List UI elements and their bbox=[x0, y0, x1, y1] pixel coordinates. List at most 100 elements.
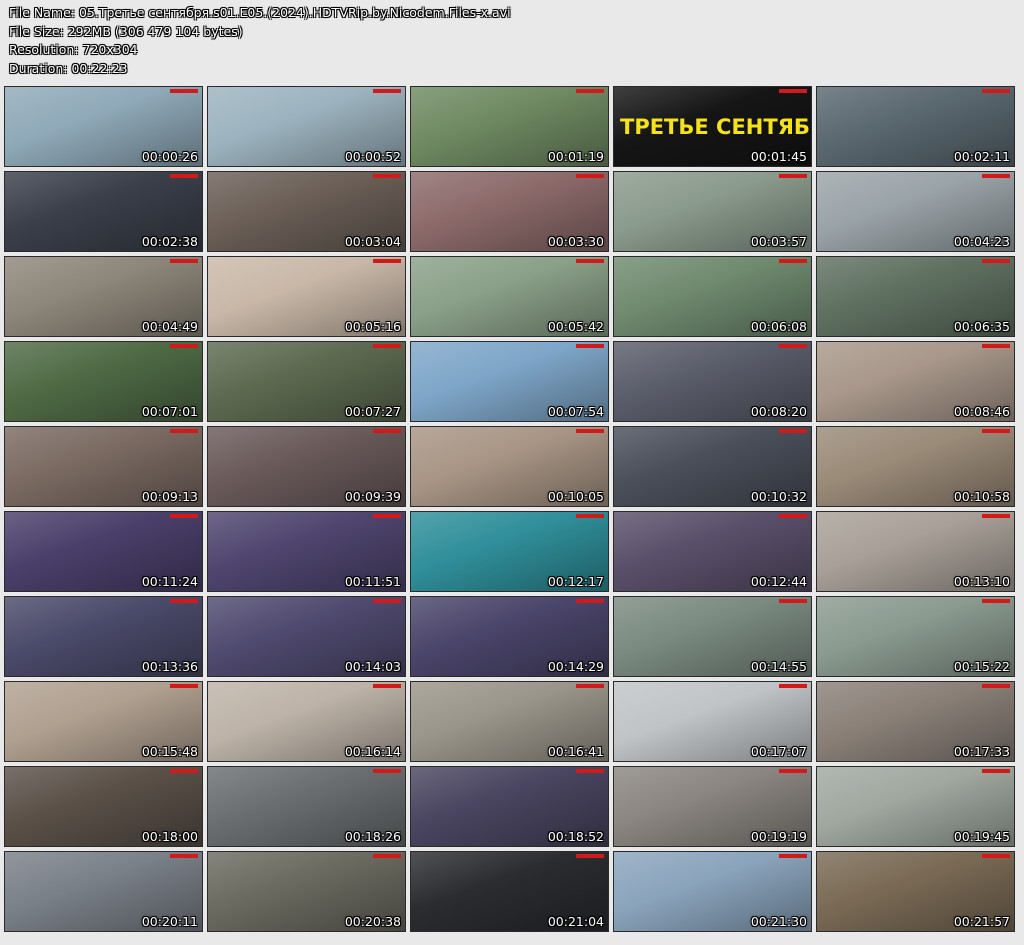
video-thumbnail: 00:10:05 bbox=[410, 426, 609, 507]
duration-line: Duration: 00:22:23 bbox=[9, 60, 128, 76]
video-thumbnail: 00:12:17 bbox=[410, 511, 609, 592]
video-thumbnail: 00:03:30 bbox=[410, 171, 609, 252]
channel-logo-badge bbox=[170, 429, 198, 433]
thumbnail-timestamp: 00:01:19 bbox=[547, 149, 604, 164]
thumbnail-timestamp: 00:17:33 bbox=[953, 744, 1010, 759]
channel-logo-badge bbox=[779, 599, 807, 603]
thumbnail-timestamp: 00:04:49 bbox=[141, 319, 198, 334]
thumbnail-timestamp: 00:18:00 bbox=[141, 829, 198, 844]
channel-logo-badge bbox=[576, 769, 604, 773]
video-thumbnail: 00:00:52 bbox=[207, 86, 406, 167]
video-thumbnail: 00:16:41 bbox=[410, 681, 609, 762]
video-thumbnail: 00:14:29 bbox=[410, 596, 609, 677]
channel-logo-badge bbox=[576, 599, 604, 603]
resolution-line: Resolution: 720x304 bbox=[9, 42, 138, 58]
channel-logo-badge bbox=[373, 599, 401, 603]
thumbnail-timestamp: 00:12:44 bbox=[750, 574, 807, 589]
video-thumbnail: 00:09:13 bbox=[4, 426, 203, 507]
thumbnail-timestamp: 00:15:48 bbox=[141, 744, 198, 759]
channel-logo-badge bbox=[170, 854, 198, 858]
thumbnail-timestamp: 00:07:01 bbox=[141, 404, 198, 419]
channel-logo-badge bbox=[779, 259, 807, 263]
video-thumbnail: ТРЕТЬЕ СЕНТЯБРЯ 00:01:45 bbox=[613, 86, 812, 167]
thumbnail-timestamp: 00:21:04 bbox=[547, 914, 604, 929]
thumbnail-timestamp: 00:11:51 bbox=[344, 574, 401, 589]
thumbnail-timestamp: 00:21:57 bbox=[953, 914, 1010, 929]
channel-logo-badge bbox=[779, 514, 807, 518]
video-thumbnail: 00:21:57 bbox=[816, 851, 1015, 932]
channel-logo-badge bbox=[170, 684, 198, 688]
video-thumbnail: 00:20:38 bbox=[207, 851, 406, 932]
video-thumbnail: 00:03:04 bbox=[207, 171, 406, 252]
channel-logo-badge bbox=[576, 89, 604, 93]
channel-logo-badge bbox=[373, 854, 401, 858]
thumbnail-timestamp: 00:17:07 bbox=[750, 744, 807, 759]
thumbnail-timestamp: 00:12:17 bbox=[547, 574, 604, 589]
video-thumbnail: 00:10:32 bbox=[613, 426, 812, 507]
video-thumbnail: 00:07:01 bbox=[4, 341, 203, 422]
channel-logo-badge bbox=[576, 854, 604, 858]
channel-logo-badge bbox=[779, 174, 807, 178]
channel-logo-badge bbox=[170, 344, 198, 348]
video-thumbnail: 00:13:10 bbox=[816, 511, 1015, 592]
video-thumbnail: 00:01:19 bbox=[410, 86, 609, 167]
thumbnail-timestamp: 00:16:41 bbox=[547, 744, 604, 759]
video-thumbnail: 00:20:11 bbox=[4, 851, 203, 932]
thumbnail-timestamp: 00:19:45 bbox=[953, 829, 1010, 844]
channel-logo-badge bbox=[576, 429, 604, 433]
thumbnail-timestamp: 00:03:30 bbox=[547, 234, 604, 249]
video-thumbnail: 00:07:54 bbox=[410, 341, 609, 422]
video-thumbnail: 00:06:35 bbox=[816, 256, 1015, 337]
channel-logo-badge bbox=[170, 514, 198, 518]
thumbnail-timestamp: 00:19:19 bbox=[750, 829, 807, 844]
thumbnail-timestamp: 00:08:20 bbox=[750, 404, 807, 419]
channel-logo-badge bbox=[576, 344, 604, 348]
channel-logo-badge bbox=[373, 684, 401, 688]
thumbnail-timestamp: 00:02:11 bbox=[953, 149, 1010, 164]
channel-logo-badge bbox=[779, 684, 807, 688]
channel-logo-badge bbox=[576, 684, 604, 688]
video-thumbnail: 00:14:55 bbox=[613, 596, 812, 677]
thumbnail-timestamp: 00:18:52 bbox=[547, 829, 604, 844]
channel-logo-badge bbox=[373, 259, 401, 263]
video-thumbnail: 00:05:16 bbox=[207, 256, 406, 337]
channel-logo-badge bbox=[982, 599, 1010, 603]
channel-logo-badge bbox=[170, 89, 198, 93]
thumbnail-timestamp: 00:03:57 bbox=[750, 234, 807, 249]
thumbnail-timestamp: 00:10:32 bbox=[750, 489, 807, 504]
video-thumbnail: 00:02:38 bbox=[4, 171, 203, 252]
video-thumbnail: 00:18:26 bbox=[207, 766, 406, 847]
thumbnail-timestamp: 00:15:22 bbox=[953, 659, 1010, 674]
channel-logo-badge bbox=[779, 769, 807, 773]
channel-logo-badge bbox=[982, 174, 1010, 178]
thumbnail-timestamp: 00:05:16 bbox=[344, 319, 401, 334]
video-thumbnail: 00:14:03 bbox=[207, 596, 406, 677]
file-info-header: File Name: 05.Третье сентября.s01.E05.(2… bbox=[9, 4, 511, 78]
thumbnail-timestamp: 00:18:26 bbox=[344, 829, 401, 844]
video-thumbnail: 00:17:07 bbox=[613, 681, 812, 762]
channel-logo-badge bbox=[373, 514, 401, 518]
thumbnail-timestamp: 00:01:45 bbox=[750, 149, 807, 164]
video-thumbnail: 00:16:14 bbox=[207, 681, 406, 762]
channel-logo-badge bbox=[779, 429, 807, 433]
video-thumbnail: 00:04:23 bbox=[816, 171, 1015, 252]
channel-logo-badge bbox=[982, 684, 1010, 688]
video-thumbnail: 00:08:46 bbox=[816, 341, 1015, 422]
thumbnail-timestamp: 00:14:55 bbox=[750, 659, 807, 674]
channel-logo-badge bbox=[170, 769, 198, 773]
thumbnail-timestamp: 00:13:10 bbox=[953, 574, 1010, 589]
video-thumbnail: 00:03:57 bbox=[613, 171, 812, 252]
thumbnail-timestamp: 00:10:05 bbox=[547, 489, 604, 504]
channel-logo-badge bbox=[779, 89, 807, 93]
video-thumbnail: 00:05:42 bbox=[410, 256, 609, 337]
video-thumbnail: 00:13:36 bbox=[4, 596, 203, 677]
channel-logo-badge bbox=[576, 174, 604, 178]
channel-logo-badge bbox=[373, 769, 401, 773]
video-thumbnail: 00:10:58 bbox=[816, 426, 1015, 507]
video-thumbnail: 00:11:51 bbox=[207, 511, 406, 592]
channel-logo-badge bbox=[982, 514, 1010, 518]
channel-logo-badge bbox=[576, 259, 604, 263]
video-thumbnail: 00:00:26 bbox=[4, 86, 203, 167]
thumbnail-timestamp: 00:10:58 bbox=[953, 489, 1010, 504]
channel-logo-badge bbox=[982, 89, 1010, 93]
